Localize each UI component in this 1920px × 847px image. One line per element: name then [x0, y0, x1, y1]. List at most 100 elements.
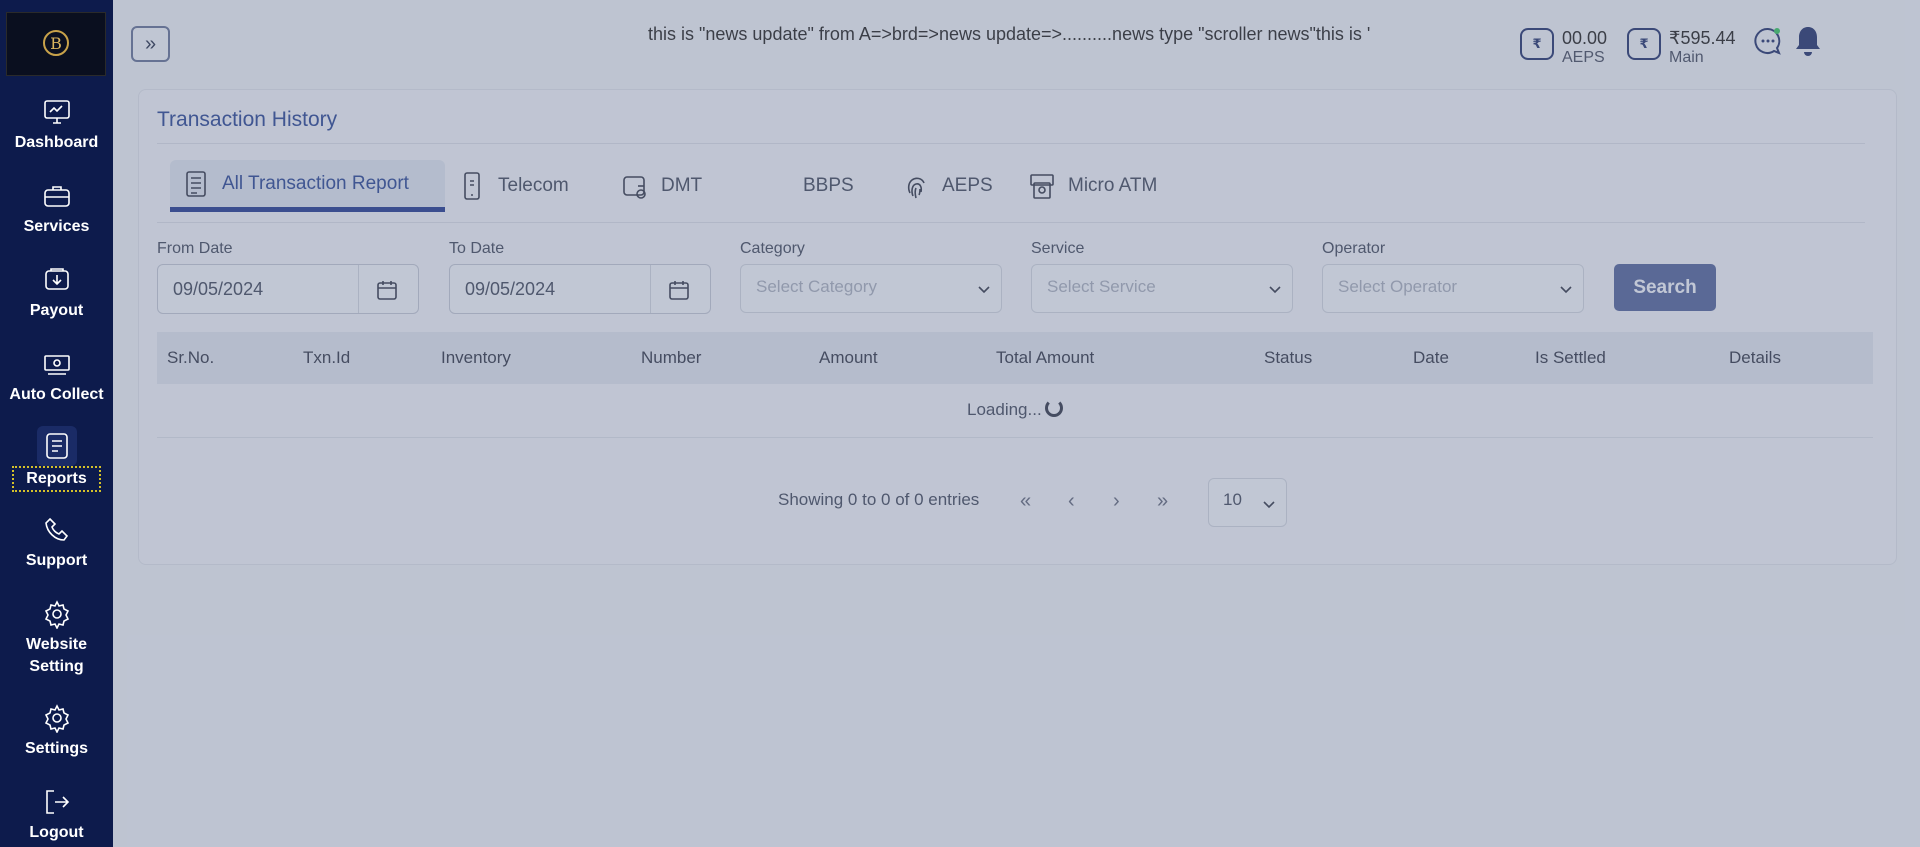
column-header[interactable]: Is Settled [1535, 348, 1606, 368]
reports-icon [36, 426, 77, 466]
next-page-button[interactable]: › [1113, 490, 1120, 513]
tab-label: DMT [661, 175, 703, 196]
wallet-aeps[interactable]: ₹ 00.00 AEPS [1520, 28, 1607, 68]
last-page-button[interactable]: » [1157, 490, 1168, 513]
chevron-down-icon [978, 286, 990, 294]
column-header[interactable]: Txn.Id [303, 348, 350, 368]
sidebar-item-settings[interactable]: Settings [0, 698, 113, 760]
tab-dmt[interactable]: DMT [621, 160, 702, 212]
chevron-down-icon [1560, 286, 1572, 294]
column-header[interactable]: Details [1729, 348, 1781, 368]
operator-label: Operator [1322, 240, 1386, 257]
payout-icon [37, 260, 77, 300]
sidebar-item-label: Support [25, 552, 88, 569]
column-header[interactable]: Number [641, 348, 701, 368]
sidebar-item-label: Logout [29, 824, 84, 841]
first-page-button[interactable]: « [1020, 490, 1031, 513]
operator-placeholder: Select Operator [1338, 277, 1458, 296]
category-select[interactable]: Select Category [740, 264, 1002, 313]
tab-all-transaction-report[interactable]: All Transaction Report [170, 160, 445, 212]
bell-icon[interactable] [1793, 24, 1823, 58]
service-label: Service [1031, 240, 1085, 257]
report-list-icon [186, 170, 206, 197]
sidebar-item-dashboard[interactable]: Dashboard [0, 92, 113, 154]
chat-icon[interactable] [1753, 26, 1783, 56]
sidebar-toggle-button[interactable]: » [131, 26, 170, 62]
wallet-name: AEPS [1562, 49, 1605, 66]
logo-mark: B [43, 30, 69, 56]
entries-info: Showing 0 to 0 of 0 entries [778, 490, 980, 509]
tab-bbps[interactable]: BBPS [803, 160, 854, 212]
from-date-input[interactable] [158, 265, 358, 313]
tab-aeps[interactable]: AEPS [902, 160, 993, 212]
loading-text: Loading... [967, 400, 1042, 419]
news-scroller: this is "news update" from A=>brd=>news … [648, 24, 1371, 44]
tab-label: All Transaction Report [222, 172, 409, 194]
sidebar-item-label: Services [23, 218, 90, 235]
sidebar-item-label: Auto Collect [9, 386, 104, 403]
sidebar-item-label: Reports [12, 466, 101, 492]
sidebar-item-label: Dashboard [14, 134, 99, 151]
column-header[interactable]: Total Amount [996, 348, 1094, 368]
category-placeholder: Select Category [756, 277, 877, 296]
loading-spinner-icon [1045, 399, 1063, 417]
wallet-name: Main [1669, 49, 1704, 66]
column-header[interactable]: Inventory [441, 348, 511, 368]
page-size-select[interactable]: 10 [1208, 478, 1287, 527]
sidebar-item-logout[interactable]: Logout [0, 782, 113, 844]
auto-collect-icon [37, 344, 77, 384]
category-label: Category [740, 240, 805, 257]
divider [157, 143, 1865, 144]
column-header[interactable]: Sr.No. [167, 348, 214, 368]
from-date-field[interactable] [157, 264, 419, 314]
tab-label: Micro ATM [1068, 175, 1158, 196]
mobile-icon [464, 172, 480, 200]
page-title: Transaction History [157, 108, 338, 131]
tab-label: AEPS [942, 175, 993, 196]
brand-logo[interactable]: B [6, 12, 106, 76]
tab-label: BBPS [803, 175, 854, 196]
gear-icon [37, 594, 77, 634]
phone-icon [37, 510, 77, 550]
from-date-label: From Date [157, 240, 233, 257]
tab-micro-atm[interactable]: Micro ATM [1028, 160, 1157, 212]
calendar-icon[interactable] [668, 279, 690, 301]
sidebar-item-label: Payout [29, 302, 84, 319]
wallet-transfer-icon [623, 176, 646, 199]
sidebar-item-payout[interactable]: Payout [0, 260, 113, 322]
chevron-down-icon [1263, 501, 1275, 509]
tab-telecom[interactable]: Telecom [458, 160, 569, 212]
wallet-amount: ₹595.44 [1669, 28, 1736, 48]
logout-icon [37, 782, 77, 822]
prev-page-button[interactable]: ‹ [1068, 490, 1075, 513]
wallet-amount: 00.00 [1562, 28, 1608, 48]
table-header: Sr.No. Txn.Id Inventory Number Amount To… [157, 332, 1873, 384]
sidebar-item-auto-collect[interactable]: Auto Collect [0, 344, 113, 406]
gear-icon [37, 698, 77, 738]
operator-select[interactable]: Select Operator [1322, 264, 1584, 313]
column-header[interactable]: Amount [819, 348, 878, 368]
wallet-icon: ₹ [1520, 28, 1554, 60]
sidebar-item-label: Website Setting [25, 636, 88, 675]
column-header[interactable]: Date [1413, 348, 1449, 368]
divider [157, 222, 1865, 223]
search-button[interactable]: Search [1614, 264, 1716, 311]
sidebar-item-support[interactable]: Support [0, 510, 113, 572]
atm-icon [1030, 174, 1054, 199]
dashboard-icon [37, 92, 77, 132]
service-placeholder: Select Service [1047, 277, 1156, 296]
chevron-down-icon [1269, 286, 1281, 294]
wallet-main[interactable]: ₹ ₹595.44 Main [1627, 28, 1736, 68]
to-date-label: To Date [449, 240, 505, 257]
column-header[interactable]: Status [1264, 348, 1312, 368]
fingerprint-icon [907, 177, 925, 199]
sidebar-item-reports[interactable]: Reports [0, 426, 113, 492]
to-date-field[interactable] [449, 264, 711, 314]
wallet-icon: ₹ [1627, 28, 1661, 60]
briefcase-icon [37, 176, 77, 216]
calendar-icon[interactable] [376, 279, 398, 301]
sidebar-item-services[interactable]: Services [0, 176, 113, 238]
to-date-input[interactable] [450, 265, 650, 313]
sidebar-item-website-setting[interactable]: Website Setting [0, 594, 113, 678]
service-select[interactable]: Select Service [1031, 264, 1293, 313]
